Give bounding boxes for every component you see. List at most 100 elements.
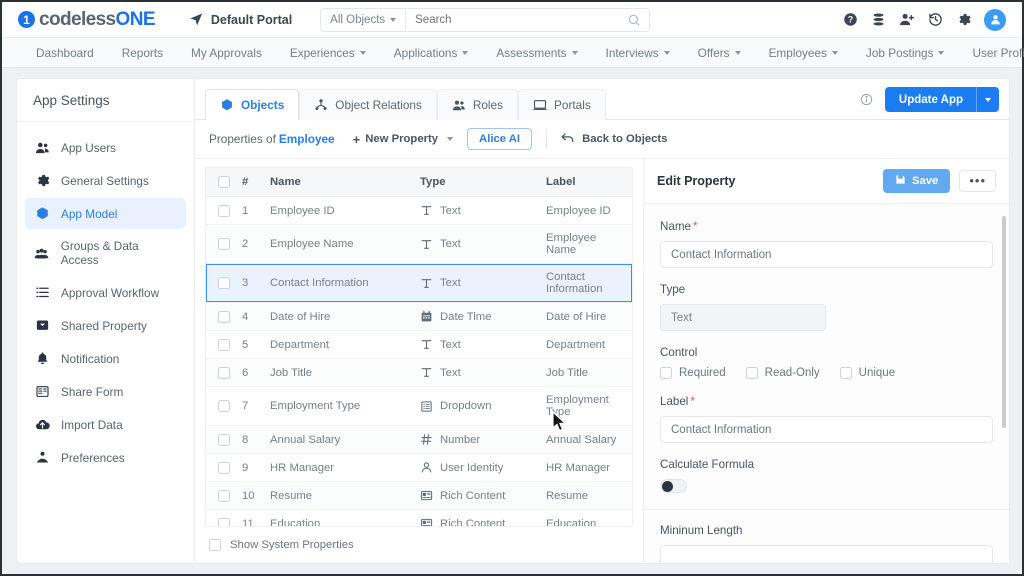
panel-scrollbar[interactable] <box>1002 216 1006 428</box>
header-number[interactable]: # <box>236 168 264 198</box>
row-checkbox[interactable] <box>218 338 230 351</box>
table-row[interactable]: 8 Annual Salary Number Annual Salary <box>206 425 632 455</box>
row-checkbox-cell[interactable] <box>206 224 236 265</box>
header-select-all[interactable] <box>206 168 236 198</box>
save-button[interactable]: Save <box>882 169 951 193</box>
table-row[interactable]: 1 Employee ID Text Employee ID <box>206 196 632 226</box>
row-name: HR Manager <box>264 453 414 483</box>
new-property-button[interactable]: + New Property <box>353 133 454 146</box>
nav-item-dashboard[interactable]: Dashboard <box>22 38 108 67</box>
label-input[interactable] <box>660 416 993 443</box>
database-icon[interactable] <box>871 12 886 27</box>
name-input[interactable] <box>660 241 993 268</box>
header-type[interactable]: Type <box>414 168 540 198</box>
sidebar-item-shared-property[interactable]: Shared Property <box>25 310 186 341</box>
row-checkbox[interactable] <box>218 238 230 251</box>
sidebar-item-approval-workflow[interactable]: Approval Workflow <box>25 277 186 308</box>
object-name-link[interactable]: Employee <box>279 132 335 146</box>
tab-object-relations[interactable]: Object Relations <box>299 89 437 120</box>
update-app-chevron-down-icon[interactable] <box>977 97 999 102</box>
row-checkbox-cell[interactable] <box>206 453 236 483</box>
show-system-properties-checkbox[interactable] <box>209 539 221 551</box>
table-row[interactable]: 7 Employment Type Dropdown Employment Type <box>206 386 632 427</box>
chevron-down-icon[interactable] <box>447 137 454 141</box>
header-name[interactable]: Name <box>264 168 414 198</box>
control-option-unique[interactable]: Unique <box>839 367 895 379</box>
table-row[interactable]: 6 Job Title Text Job Title <box>206 358 632 388</box>
nav-item-applications[interactable]: Applications <box>380 38 483 67</box>
nav-item-reports[interactable]: Reports <box>108 38 177 67</box>
row-checkbox-cell[interactable] <box>206 386 236 427</box>
history-icon[interactable] <box>928 12 943 27</box>
control-option-read-only[interactable]: Read-Only <box>745 367 820 379</box>
row-checkbox-cell[interactable] <box>206 481 236 511</box>
table-row[interactable]: 2 Employee Name Text Employee Name <box>206 224 632 265</box>
sidebar-item-groups-data-access[interactable]: Groups & Data Access <box>25 231 186 275</box>
row-checkbox[interactable] <box>218 366 230 379</box>
nav-item-job-postings[interactable]: Job Postings <box>852 38 959 67</box>
table-row[interactable]: 9 HR Manager User Identity HR Manager <box>206 453 632 483</box>
row-checkbox[interactable] <box>218 400 230 413</box>
sidebar-item-app-model[interactable]: App Model <box>25 198 186 229</box>
sidebar-item-notification[interactable]: Notification <box>25 343 186 374</box>
user-avatar-icon[interactable] <box>984 8 1006 31</box>
portal-selector[interactable]: Default Portal <box>189 11 292 29</box>
calculate-formula-toggle[interactable] <box>660 479 687 493</box>
row-checkbox-cell[interactable] <box>206 358 236 388</box>
row-checkbox-cell[interactable] <box>206 302 236 332</box>
tab-objects[interactable]: Objects <box>205 89 300 120</box>
search-input[interactable] <box>406 13 628 26</box>
row-checkbox-cell[interactable] <box>206 509 236 526</box>
nav-item-assessments[interactable]: Assessments <box>482 38 591 67</box>
sidebar-item-share-form[interactable]: Share Form <box>25 376 186 407</box>
search-icon[interactable] <box>627 13 649 27</box>
type-field-label: Type <box>660 283 686 296</box>
row-checkbox[interactable] <box>218 204 230 217</box>
table-row[interactable]: 3 Contact Information Text Contact Informat… <box>206 263 632 304</box>
search-scope-select[interactable]: All Objects <box>321 8 407 31</box>
row-checkbox-cell[interactable] <box>206 263 236 304</box>
table-row[interactable]: 10 Resume Rich Content Resume <box>206 481 632 511</box>
table-row[interactable]: 5 Department Text Department <box>206 330 632 360</box>
back-to-objects-button[interactable]: Back to Objects <box>561 132 667 147</box>
row-checkbox[interactable] <box>218 433 230 446</box>
sidebar-item-app-users[interactable]: App Users <box>25 132 186 163</box>
minimum-length-input[interactable] <box>660 545 993 563</box>
update-app-button[interactable]: Update App <box>884 87 999 112</box>
add-user-icon[interactable] <box>899 12 915 27</box>
nav-item-interviews[interactable]: Interviews <box>592 38 684 67</box>
row-checkbox-cell[interactable] <box>206 425 236 455</box>
nav-item-experiences[interactable]: Experiences <box>276 38 380 67</box>
row-checkbox[interactable] <box>218 517 230 526</box>
row-checkbox[interactable] <box>218 310 230 323</box>
sidebar-item-preferences[interactable]: Preferences <box>25 442 186 473</box>
table-row[interactable]: 11 Education Rich Content Education <box>206 509 632 526</box>
more-options-button[interactable]: ••• <box>959 170 996 192</box>
sidebar-item-import-data[interactable]: Import Data <box>25 409 186 440</box>
app-logo[interactable]: 1 codelessONE <box>18 9 156 31</box>
nav-item-my-approvals[interactable]: My Approvals <box>177 38 276 67</box>
row-checkbox-cell[interactable] <box>206 330 236 360</box>
row-checkbox[interactable] <box>218 489 230 502</box>
table-row[interactable]: 4 Date of Hire Date Time Date of Hire <box>206 302 632 332</box>
show-system-properties-row[interactable]: Show System Properties <box>205 527 633 563</box>
row-checkbox[interactable] <box>218 277 230 290</box>
info-icon[interactable] <box>860 93 873 106</box>
tab-roles[interactable]: Roles <box>436 89 519 120</box>
gear-icon[interactable] <box>956 12 971 27</box>
alice-ai-button[interactable]: Alice AI <box>467 128 533 150</box>
nav-item-employees[interactable]: Employees <box>755 38 852 67</box>
control-checkbox[interactable] <box>745 367 758 379</box>
nav-item-user-profile[interactable]: User Profile <box>958 38 1024 67</box>
header-label[interactable]: Label <box>540 168 632 198</box>
control-option-required[interactable]: Required <box>660 367 726 379</box>
row-checkbox-cell[interactable] <box>206 196 236 226</box>
help-icon[interactable]: ? <box>843 12 858 27</box>
sidebar-item-general-settings[interactable]: General Settings <box>25 165 186 196</box>
tab-portals[interactable]: Portals <box>518 89 606 120</box>
nav-item-offers[interactable]: Offers <box>684 38 755 67</box>
row-checkbox[interactable] <box>218 461 230 474</box>
control-checkbox[interactable] <box>660 367 672 379</box>
select-all-checkbox[interactable] <box>218 176 230 189</box>
control-checkbox[interactable] <box>839 367 852 379</box>
